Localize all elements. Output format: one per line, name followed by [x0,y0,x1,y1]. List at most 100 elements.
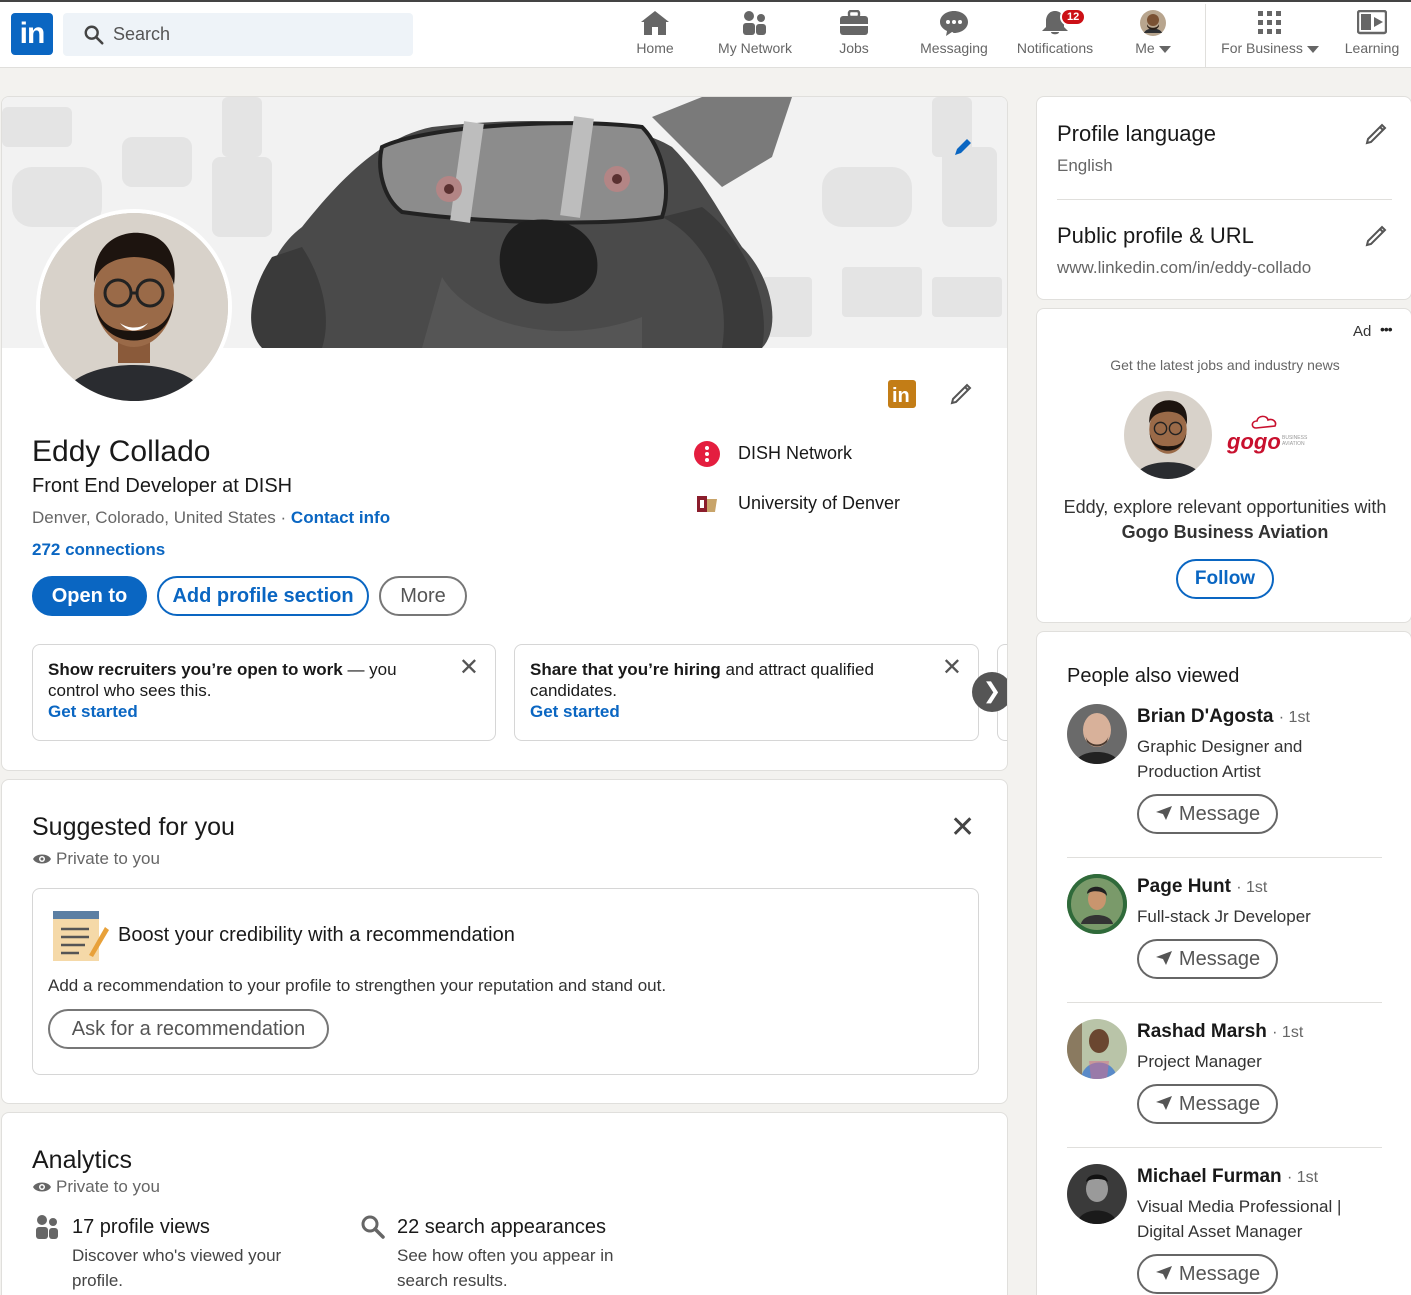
person-name: Rashad Marsh [1137,1021,1267,1042]
nav-jobs[interactable]: Jobs [832,8,876,66]
contact-info-link[interactable]: Contact info [291,508,390,527]
hiring-card: Share that you’re hiring and attract qua… [514,644,979,741]
avatar[interactable] [1067,704,1127,764]
get-started-link[interactable]: Get started [530,701,963,722]
person-title: Graphic Designer and Production Artist [1137,737,1303,781]
public-profile-url[interactable]: www.linkedin.com/in/eddy-collado [1057,258,1311,278]
svg-text:in: in [892,385,910,407]
profile-location: Denver, Colorado, United States [32,508,276,527]
nav-label: Learning [1344,40,1400,56]
person-name: Michael Furman [1137,1166,1282,1187]
profile-language-value: English [1057,156,1113,175]
nav-label: Me [1135,40,1155,56]
briefcase-icon [840,10,868,35]
nav-label: For Business [1221,40,1303,56]
send-icon [1155,951,1172,965]
ask-recommendation-button[interactable]: Ask for a recommendation [48,1009,329,1049]
avatar [1140,10,1166,36]
edit-pencil-icon[interactable] [1363,119,1391,147]
nav-learning[interactable]: Learning [1340,8,1404,66]
nav-label: Messaging [920,40,988,56]
recommendation-title: Boost your credibility with a recommenda… [118,924,515,946]
grid-icon [1258,11,1281,34]
more-button[interactable]: More [379,576,467,616]
nav-me[interactable]: Me [1126,8,1180,66]
dish-logo-icon [694,441,720,467]
message-button[interactable]: Message [1137,1084,1278,1124]
profile-settings-card: Profile language English Public profile … [1036,96,1411,300]
people-icon [36,1215,58,1239]
linkedin-edit-icon[interactable]: in [888,380,916,408]
analytics-item[interactable]: 22 search appearances See how often you … [397,1216,657,1293]
profile-name: Eddy Collado [32,435,211,468]
send-icon [1155,806,1172,820]
profile-location-row: Denver, Colorado, United States · Contac… [32,508,391,527]
more-options-icon[interactable]: ••• [1380,321,1393,337]
close-icon[interactable]: ✕ [942,656,962,680]
ad-tagline: Get the latest jobs and industry news [1110,357,1340,373]
ad-company: Gogo Business Aviation [1121,522,1329,542]
close-icon[interactable]: ✕ [950,810,975,845]
edit-pencil-icon[interactable] [948,379,976,407]
carousel-next-icon[interactable]: ❯ [972,672,1007,712]
edit-pencil-icon[interactable] [1363,221,1391,249]
avatar[interactable] [1067,1164,1127,1224]
profile-card: in Eddy Collado Front End Developer at D… [1,96,1008,771]
learning-icon [1357,10,1387,35]
message-button[interactable]: Message [1137,794,1278,834]
private-label: Private to you [32,1177,160,1197]
get-started-link[interactable]: Get started [48,701,480,722]
message-button[interactable]: Message [1137,939,1278,979]
profile-avatar[interactable] [36,209,232,405]
nav-messaging[interactable]: Messaging [916,8,992,66]
open-to-work-card: Show recruiters you’re open to work — yo… [32,644,496,741]
send-icon [1155,1096,1172,1110]
follow-button[interactable]: Follow [1176,559,1274,599]
connections-link[interactable]: 272 connections [32,540,165,560]
section-title: Suggested for you [32,813,235,841]
company-name: DISH Network [738,443,853,463]
person-title: Project Manager [1137,1052,1262,1071]
nav-home[interactable]: Home [628,8,682,66]
nav-my-network[interactable]: My Network [712,8,798,66]
home-icon [641,11,669,35]
suggested-card: Suggested for you Private to you ✕ Boost… [1,779,1008,1104]
nav-label: Notifications [1016,40,1094,56]
ad-card: Ad ••• Get the latest jobs and industry … [1036,308,1411,623]
search-input[interactable] [113,13,403,56]
nav-for-business[interactable]: For Business [1218,8,1322,66]
send-icon [1155,1266,1172,1280]
avatar [1124,391,1212,479]
people-also-viewed-card: People also viewed Brian D'Agosta · 1st … [1036,631,1411,1295]
top-navbar: in Home My Network Jobs Messaging 12 Not… [0,2,1411,68]
nav-label: Home [636,40,674,56]
linkedin-logo[interactable]: in [11,13,53,55]
nav-notifications[interactable]: 12 Notifications [1012,8,1098,66]
nav-divider [1205,4,1206,68]
chevron-down-icon [1158,45,1171,53]
connection-degree: · 1st [1236,879,1268,896]
recommendation-box: Boost your credibility with a recommenda… [32,888,979,1075]
recommendation-text: Add a recommendation to your profile to … [48,976,667,995]
close-icon[interactable]: ✕ [459,656,479,680]
profile-language-title: Profile language [1057,121,1217,146]
ad-label: Ad [1353,323,1372,340]
school-name: University of Denver [738,493,901,513]
add-profile-section-button[interactable]: Add profile section [157,576,369,616]
avatar[interactable] [1067,1019,1127,1079]
profile-headline: Front End Developer at DISH [32,475,293,497]
chevron-down-icon [1306,45,1319,53]
university-logo-icon [697,496,717,512]
message-button[interactable]: Message [1137,1254,1278,1294]
nav-label: Jobs [839,40,869,56]
avatar[interactable] [1067,874,1127,934]
person-title: Visual Media Professional | Digital Asse… [1137,1197,1342,1241]
connection-degree: · 1st [1272,1024,1304,1041]
ad-text: Eddy, explore relevant opportunities wit… [1063,497,1387,542]
person-name: Page Hunt [1137,876,1231,897]
analytics-item[interactable]: 17 profile views Discover who's viewed y… [72,1216,332,1293]
connection-degree: · 1st [1278,709,1310,726]
public-profile-title: Public profile & URL [1057,223,1254,248]
open-to-button[interactable]: Open to [32,576,147,616]
search-bar[interactable] [63,13,413,56]
